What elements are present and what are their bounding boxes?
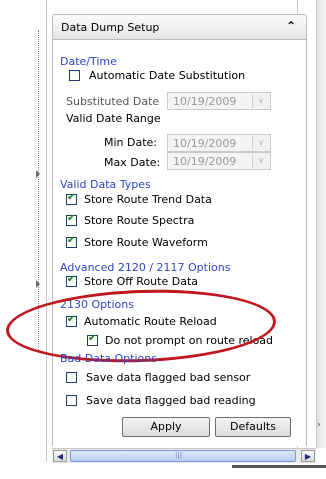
substituted-date-dropdown[interactable]: 10/19/2009 ∨ bbox=[167, 92, 271, 110]
panel-header: Data Dump Setup ⌃ bbox=[52, 14, 307, 40]
splitter-handle[interactable] bbox=[36, 30, 45, 350]
store-spectra-checkbox[interactable] bbox=[66, 213, 77, 226]
section-advanced-options: Advanced 2120 / 2117 Options bbox=[60, 261, 231, 274]
auto-date-label: Automatic Date Substitution bbox=[89, 69, 246, 82]
substituted-date-label: Substituted Date bbox=[66, 95, 160, 108]
defaults-button[interactable]: Defaults bbox=[215, 417, 291, 437]
vertical-scrollbar[interactable]: › bbox=[316, 0, 326, 448]
no-prompt-label: Do not prompt on route reload bbox=[105, 334, 274, 347]
double-chevron-up-icon[interactable]: ⌃ bbox=[286, 19, 296, 33]
min-date-label: Min Date: bbox=[104, 136, 158, 149]
bad-reading-checkbox[interactable] bbox=[66, 395, 77, 406]
chevron-right-icon: › bbox=[317, 420, 321, 430]
max-date-label: Max Date: bbox=[104, 156, 161, 169]
store-trend-checkbox[interactable] bbox=[66, 192, 77, 205]
no-prompt-checkbox[interactable] bbox=[87, 333, 98, 346]
store-trend-label: Store Route Trend Data bbox=[84, 193, 212, 206]
store-off-route-label: Store Off Route Data bbox=[84, 275, 198, 288]
auto-route-reload-checkbox[interactable] bbox=[66, 314, 77, 327]
scroll-thumb[interactable]: ||| bbox=[70, 450, 296, 462]
chevron-down-icon[interactable]: ∨ bbox=[252, 136, 269, 150]
scroll-left-icon[interactable]: ◀ bbox=[53, 450, 67, 462]
section-bad-data-options: Bad Data Options bbox=[60, 352, 157, 365]
panel-title: Data Dump Setup bbox=[61, 21, 160, 34]
auto-route-reload-label: Automatic Route Reload bbox=[84, 315, 217, 328]
store-waveform-checkbox[interactable] bbox=[66, 235, 77, 248]
max-date-dropdown[interactable]: 10/19/2009 ∨ bbox=[167, 152, 271, 170]
min-date-dropdown[interactable]: 10/19/2009 ∨ bbox=[167, 134, 271, 152]
section-valid-data-types: Valid Data Types bbox=[60, 178, 151, 191]
apply-button[interactable]: Apply bbox=[122, 417, 210, 437]
store-off-route-checkbox[interactable] bbox=[66, 274, 77, 287]
bad-reading-label: Save data flagged bad reading bbox=[86, 394, 256, 407]
bad-sensor-label: Save data flagged bad sensor bbox=[86, 371, 251, 384]
auto-date-checkbox[interactable] bbox=[69, 70, 80, 81]
min-date-value: 10/19/2009 bbox=[173, 137, 237, 150]
divider bbox=[232, 465, 326, 468]
chevron-down-icon[interactable]: ∨ bbox=[252, 94, 269, 108]
section-date-time: Date/Time bbox=[60, 55, 117, 68]
section-2130-options: 2130 Options bbox=[60, 298, 134, 311]
valid-range-label: Valid Date Range bbox=[66, 112, 161, 125]
max-date-value: 10/19/2009 bbox=[173, 155, 237, 168]
store-waveform-label: Store Route Waveform bbox=[84, 236, 208, 249]
substituted-date-value: 10/19/2009 bbox=[173, 95, 237, 108]
bad-sensor-checkbox[interactable] bbox=[66, 372, 77, 383]
chevron-down-icon[interactable]: ∨ bbox=[252, 154, 269, 168]
grip-icon: ||| bbox=[175, 451, 183, 459]
bottom-strip bbox=[0, 463, 326, 479]
horizontal-scrollbar[interactable]: ◀ ||| ▶ bbox=[52, 448, 316, 463]
store-spectra-label: Store Route Spectra bbox=[84, 214, 195, 227]
scroll-right-icon[interactable]: ▶ bbox=[301, 450, 315, 462]
